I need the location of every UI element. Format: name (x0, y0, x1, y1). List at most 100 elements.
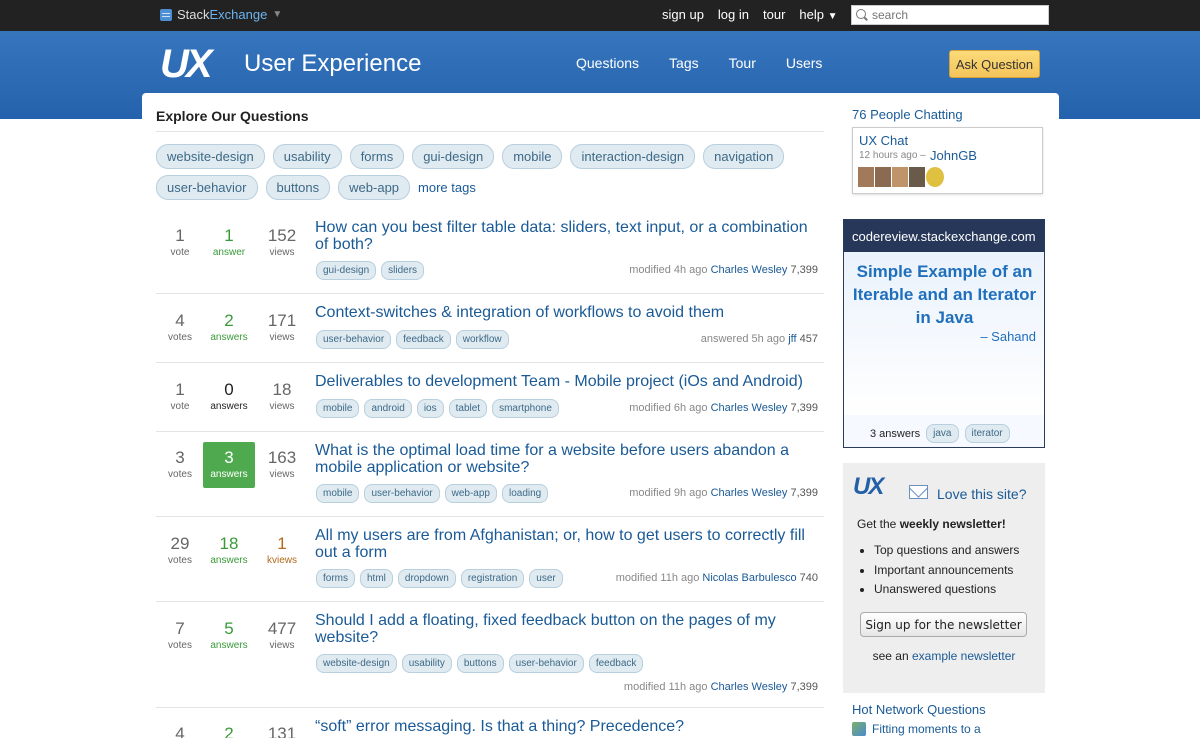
tag-interaction-design[interactable]: interaction-design (570, 144, 696, 169)
question-meta: modified 4h ago Charles Wesley 7,399 (629, 264, 818, 276)
tag[interactable]: android (364, 399, 412, 418)
tag[interactable]: usability (401, 654, 452, 673)
tag-website-design[interactable]: website-design (156, 144, 265, 169)
user-link[interactable]: Charles Wesley (711, 264, 788, 276)
chat-room-link[interactable]: UX Chat (859, 133, 908, 148)
stackexchange-icon (160, 8, 172, 21)
vote-count: 1 vote (156, 380, 204, 412)
main-nav: Questions Tags Tour Users (576, 55, 822, 71)
tag[interactable]: website-design (316, 654, 397, 673)
nav-tags[interactable]: Tags (669, 55, 699, 71)
question-tags: gui-design sliders (316, 261, 425, 280)
tag[interactable]: loading (501, 484, 549, 503)
tag-buttons[interactable]: buttons (265, 175, 331, 200)
tag[interactable]: feedback (588, 654, 644, 673)
avatar[interactable] (892, 167, 908, 187)
tour-link[interactable]: tour (763, 7, 785, 22)
avatar[interactable] (875, 167, 891, 187)
stackexchange-logo[interactable]: Stack Exchange ▼ (160, 7, 282, 22)
tag[interactable]: ios (416, 399, 444, 418)
newsletter-get: Get the weekly newsletter! (857, 517, 1006, 531)
view-number: 18 (272, 380, 292, 399)
question-action: answered 5h ago (700, 333, 786, 345)
tag[interactable]: feedback (396, 330, 451, 349)
tag[interactable]: user-behavior (364, 484, 440, 503)
answer-label: answers (210, 332, 248, 343)
vote-number: 1 (175, 226, 185, 245)
question-title[interactable]: Context-switches & integration of workfl… (315, 304, 820, 321)
tag[interactable]: html (360, 569, 393, 588)
nav-questions[interactable]: Questions (576, 55, 639, 71)
ux-logo[interactable]: UX (160, 44, 213, 84)
question-title[interactable]: All my users are from Afghanistan; or, h… (315, 527, 820, 561)
example-newsletter-link[interactable]: example newsletter (912, 649, 1015, 663)
view-label: views (269, 332, 295, 343)
tag[interactable]: tablet (448, 399, 488, 418)
chat-title-link[interactable]: 76 People Chatting (852, 107, 963, 122)
avatar[interactable] (926, 167, 944, 187)
tag[interactable]: user-behavior (316, 330, 392, 349)
answer-count: 18 answers (203, 534, 255, 566)
hot-question-item[interactable]: Fitting moments to a (852, 722, 981, 736)
tag-web-app[interactable]: web-app (338, 175, 411, 200)
tag[interactable]: buttons (456, 654, 504, 673)
tag[interactable]: smartphone (492, 399, 559, 418)
tag[interactable]: iterator (964, 424, 1010, 443)
question-row: 1 vote 1 answer 152 views How can you best … (156, 210, 824, 294)
see-prefix: see an (872, 649, 912, 663)
tag-mobile[interactable]: mobile (502, 144, 563, 169)
chat-user-link[interactable]: JohnGB (930, 148, 977, 163)
question-title[interactable]: How can you best filter table data: slid… (315, 219, 820, 253)
search-icon (856, 9, 866, 19)
community-ad[interactable]: codereview.stackexchange.com Simple Exam… (843, 219, 1045, 448)
avatar[interactable] (858, 167, 874, 187)
answer-count: 2 (203, 724, 255, 738)
tag[interactable]: mobile (316, 484, 360, 503)
user-link[interactable]: Charles Wesley (711, 402, 788, 414)
nav-users[interactable]: Users (786, 55, 823, 71)
tag-user-behavior[interactable]: user-behavior (156, 175, 258, 200)
view-count: 131 (258, 724, 306, 738)
answer-count: 1 answer (203, 226, 255, 258)
avatar[interactable] (909, 167, 925, 187)
ad-footer: 3 answers java iterator (870, 424, 1010, 443)
question-title[interactable]: “soft” error messaging. Is that a thing?… (315, 718, 820, 735)
tag-gui-design[interactable]: gui-design (412, 144, 495, 169)
newsletter-list: Top questions and answers Important anno… (874, 541, 1019, 600)
tag-usability[interactable]: usability (272, 144, 342, 169)
user-link[interactable]: Charles Wesley (711, 681, 788, 693)
question-title[interactable]: Deliverables to development Team - Mobil… (315, 373, 820, 390)
newsletter-signup-button[interactable]: Sign up for the newsletter (860, 612, 1027, 637)
more-tags-link[interactable]: more tags (418, 175, 476, 200)
tag[interactable]: registration (460, 569, 525, 588)
tag[interactable]: java (926, 424, 959, 443)
tag[interactable]: web-app (444, 484, 497, 503)
tag[interactable]: mobile (316, 399, 360, 418)
site-name[interactable]: User Experience (244, 50, 421, 78)
hot-network-title[interactable]: Hot Network Questions (852, 702, 986, 717)
search-input[interactable] (851, 5, 1049, 25)
signup-link[interactable]: sign up (662, 7, 704, 22)
tag[interactable]: forms (316, 569, 355, 588)
tag-navigation[interactable]: navigation (703, 144, 785, 169)
answer-number: 2 (224, 311, 234, 330)
nav-tour[interactable]: Tour (729, 55, 756, 71)
tag[interactable]: workflow (455, 330, 509, 349)
tag[interactable]: user-behavior (508, 654, 584, 673)
question-title[interactable]: What is the optimal load time for a webs… (315, 442, 820, 476)
ask-question-button[interactable]: Ask Question (949, 50, 1040, 78)
tag[interactable]: dropdown (397, 569, 456, 588)
login-link[interactable]: log in (718, 7, 749, 22)
tag-forms[interactable]: forms (349, 144, 405, 169)
tag[interactable]: sliders (381, 261, 425, 280)
question-title[interactable]: Should I add a floating, fixed feedback … (315, 612, 820, 646)
question-action: modified 4h ago (629, 264, 708, 276)
user-link[interactable]: Nicolas Barbulesco (702, 572, 796, 584)
help-link[interactable]: help ▼ (799, 7, 837, 22)
vote-number: 3 (175, 448, 185, 467)
tag[interactable]: user (529, 569, 563, 588)
tag[interactable]: gui-design (316, 261, 377, 280)
newsletter-love: Love this site? (937, 486, 1027, 502)
user-link[interactable]: Charles Wesley (711, 487, 788, 499)
user-link[interactable]: jff (788, 333, 796, 345)
